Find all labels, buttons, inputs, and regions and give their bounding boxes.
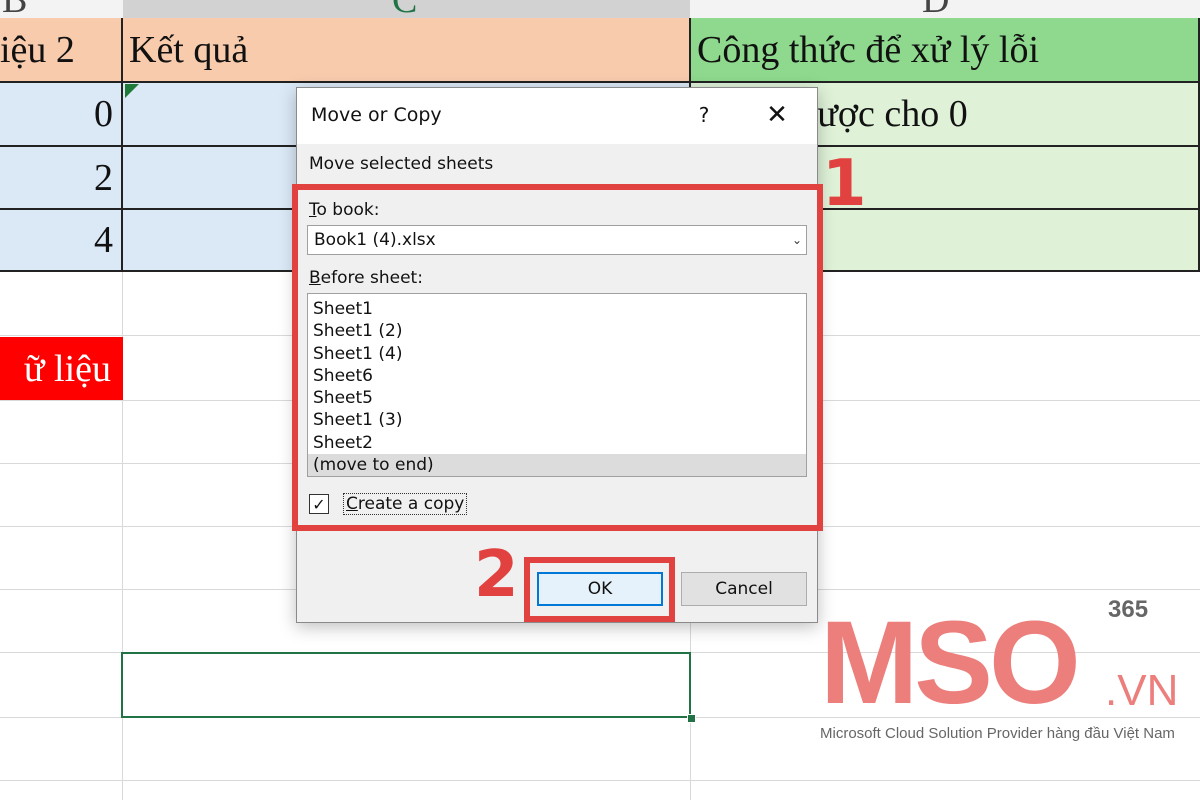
- cell-header-d[interactable]: Công thức để xử lý lỗi: [691, 18, 1200, 83]
- step-number-2: 2: [474, 538, 519, 612]
- highlight-box-step1: [292, 184, 823, 531]
- cell-text: 2: [94, 156, 113, 199]
- dialog-titlebar[interactable]: Move or Copy ? ✕: [297, 88, 817, 144]
- cell-header-b[interactable]: iệu 2: [0, 18, 123, 83]
- cell-text: Kết quả: [129, 28, 249, 71]
- cancel-button[interactable]: Cancel: [681, 572, 807, 606]
- step-number-1: 1: [822, 147, 867, 221]
- help-button[interactable]: ?: [689, 100, 719, 130]
- gridline: [0, 780, 1200, 781]
- logo-superscript: 365: [1108, 596, 1149, 623]
- cell-text: 4: [94, 219, 113, 261]
- cell-b-row2[interactable]: 2: [0, 147, 123, 210]
- dialog-instruction: Move selected sheets: [309, 154, 494, 174]
- logo-tagline: Microsoft Cloud Solution Provider hàng đ…: [820, 725, 1175, 742]
- red-label-cell[interactable]: ữ liệu: [0, 337, 123, 400]
- fill-handle[interactable]: [687, 714, 696, 723]
- logo-domain: .VN: [1105, 666, 1179, 715]
- active-cell-selection[interactable]: [121, 652, 691, 718]
- close-button[interactable]: ✕: [760, 98, 794, 132]
- error-indicator-triangle: [125, 84, 139, 98]
- cell-text: 0: [94, 93, 113, 135]
- logo-brand: MSO: [820, 597, 1081, 729]
- mso-logo-watermark: MSO 365 .VN Microsoft Cloud Solution Pro…: [820, 596, 1190, 756]
- cell-b-row1[interactable]: 0: [0, 83, 123, 147]
- cell-header-c[interactable]: Kết quả: [123, 18, 691, 83]
- highlight-box-step2: [524, 557, 675, 622]
- cell-text: ữ liệu: [23, 347, 111, 390]
- cell-text: iệu 2: [0, 28, 75, 71]
- cell-text: Công thức để xử lý lỗi: [697, 28, 1039, 71]
- dialog-title: Move or Copy: [311, 104, 442, 126]
- cell-b-row3[interactable]: 4: [0, 210, 123, 272]
